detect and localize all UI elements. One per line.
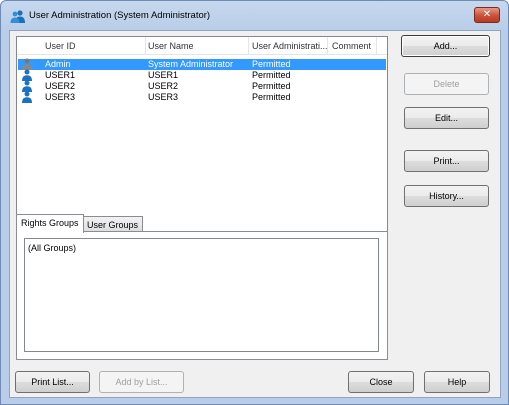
user-row-admin[interactable]: Admin System Administrator Permitted <box>18 58 386 70</box>
window-close-button[interactable]: ✕ <box>474 7 500 23</box>
user-icon <box>22 91 32 103</box>
list-item-all-groups[interactable]: (All Groups) <box>28 243 76 253</box>
cell-user-administration: Permitted <box>252 70 291 80</box>
edit-button[interactable]: Edit... <box>404 107 489 129</box>
user-list-header: User ID User Name User Administrati... C… <box>17 37 387 55</box>
cell-user-administration: Permitted <box>252 59 291 69</box>
user-administration-window: User Administration (System Administrato… <box>0 0 509 405</box>
user-list[interactable]: User ID User Name User Administrati... C… <box>16 36 388 233</box>
dialog-client-area: User ID User Name User Administrati... C… <box>9 30 501 398</box>
tab-rights-groups[interactable]: Rights Groups <box>16 214 84 233</box>
title-bar[interactable]: User Administration (System Administrato… <box>1 1 508 29</box>
column-separator[interactable] <box>145 37 146 55</box>
column-separator[interactable] <box>327 37 328 55</box>
column-separator[interactable] <box>248 37 249 55</box>
column-separator[interactable] <box>376 37 377 55</box>
cell-user-name: USER3 <box>148 92 179 102</box>
help-button[interactable]: Help <box>424 371 490 393</box>
cell-user-name: USER2 <box>148 81 179 91</box>
column-header-comment[interactable]: Comment <box>332 41 371 51</box>
window-title: User Administration (System Administrato… <box>29 10 211 21</box>
column-header-user-administration[interactable]: User Administrati... <box>252 41 328 51</box>
history-button[interactable]: History... <box>404 185 489 207</box>
cell-user-name: System Administrator <box>148 59 234 69</box>
column-header-user-id[interactable]: User ID <box>45 41 76 51</box>
cell-user-administration: Permitted <box>252 81 291 91</box>
user-row-user3[interactable]: USER3 USER3 Permitted <box>18 91 386 103</box>
cell-user-id: USER3 <box>45 92 76 102</box>
print-button[interactable]: Print... <box>404 150 489 172</box>
print-list-button[interactable]: Print List... <box>15 371 90 393</box>
rights-groups-panel: (All Groups) <box>16 231 388 360</box>
rights-groups-list[interactable]: (All Groups) <box>24 238 379 352</box>
add-by-list-button[interactable]: Add by List... <box>99 371 184 393</box>
add-button[interactable]: Add... <box>401 35 490 57</box>
close-icon: ✕ <box>482 9 492 20</box>
close-button[interactable]: Close <box>348 371 414 393</box>
user-row-user1[interactable]: USER1 USER1 Permitted <box>18 69 386 81</box>
user-row-user2[interactable]: USER2 USER2 Permitted <box>18 80 386 92</box>
cell-user-id: USER2 <box>45 81 76 91</box>
cell-user-administration: Permitted <box>252 92 291 102</box>
cell-user-id: Admin <box>45 59 71 69</box>
delete-button[interactable]: Delete <box>404 73 489 95</box>
cell-user-name: USER1 <box>148 70 179 80</box>
users-app-icon <box>10 10 25 23</box>
column-header-user-name[interactable]: User Name <box>148 41 194 51</box>
cell-user-id: USER1 <box>45 70 76 80</box>
